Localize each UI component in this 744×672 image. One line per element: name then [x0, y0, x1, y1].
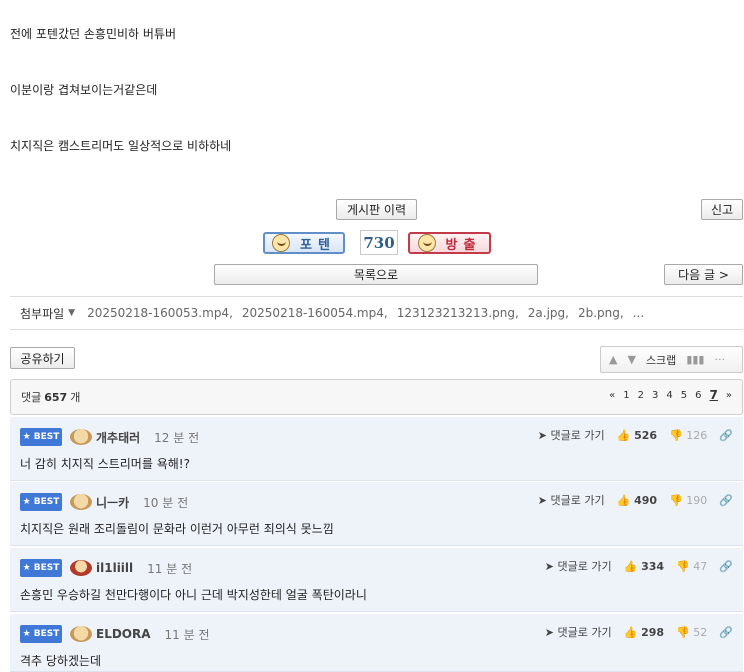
- attachments-bar: 첨부파일 ▼ 20250218-160053.mp4, 20250218-160…: [10, 296, 743, 330]
- pager-first[interactable]: «: [609, 390, 615, 402]
- comment-text: 손흥민 우승하길 천만다행이다 아니 근데 박지성한테 얼굴 폭탄이라니: [20, 588, 367, 602]
- back-to-list-button[interactable]: 목록으로: [214, 264, 538, 285]
- reply-link[interactable]: ➤ 댓글로 가기: [538, 492, 605, 508]
- upvote-label: 포텐: [300, 237, 336, 253]
- comment-downvote[interactable]: 👎 52: [676, 626, 707, 639]
- comment-count: 657: [44, 390, 68, 404]
- pager-current[interactable]: 7: [710, 388, 718, 402]
- comment-text: 너 감히 치지직 스트리머를 욕해!?: [20, 457, 190, 471]
- link-icon[interactable]: 🔗: [719, 560, 733, 573]
- attachment-more[interactable]: ...: [633, 306, 644, 320]
- pager-page[interactable]: 1: [623, 390, 629, 402]
- comment-time: 11 분 전: [147, 561, 193, 576]
- downvote-label: 방출: [445, 237, 482, 253]
- comment-pager: « 1 2 3 4 5 6 7 »: [609, 388, 732, 402]
- best-badge: ★ BEST: [20, 428, 62, 446]
- post-toolbar: ▲ ▼ 스크랩 ▮▮▮ ···: [600, 346, 743, 373]
- link-icon[interactable]: 🔗: [719, 626, 733, 639]
- comment-downvote[interactable]: 👎 126: [669, 429, 707, 442]
- attachment-file[interactable]: 2a.jpg,: [528, 306, 569, 320]
- comment-upvote[interactable]: 👍 334: [624, 560, 665, 573]
- reply-link[interactable]: ➤ 댓글로 가기: [538, 427, 605, 443]
- comment-item: ★ BEST ELDORA 11 분 전 ➤ 댓글로 가기 👍 298 👎 52…: [10, 614, 743, 672]
- best-badge: ★ BEST: [20, 493, 62, 511]
- upvote-button[interactable]: 포텐: [263, 232, 345, 254]
- pager-last[interactable]: »: [726, 390, 732, 402]
- post-line: 전에 포텐갔던 손흥민비하 버튜버: [10, 27, 177, 41]
- comment-nick[interactable]: 니ㅡ카: [96, 494, 129, 511]
- comment-text: 치지직은 원래 조리돌림이 문화라 이런거 아무런 죄의식 못느낌: [20, 522, 334, 536]
- best-badge: ★ BEST: [20, 559, 62, 577]
- best-badge: ★ BEST: [20, 625, 62, 643]
- comment-unit: 개: [70, 391, 81, 404]
- arrow-down-icon[interactable]: ▼: [627, 353, 635, 366]
- comment-label: 댓글: [21, 391, 42, 404]
- next-post-button[interactable]: 다음 글 >: [664, 264, 743, 285]
- comment-time: 10 분 전: [143, 495, 189, 510]
- attachment-file[interactable]: 20250218-160053.mp4,: [87, 306, 233, 320]
- attachment-file[interactable]: 123123213213.png,: [397, 306, 519, 320]
- more-icon[interactable]: ···: [714, 353, 725, 366]
- report-button[interactable]: 신고: [701, 199, 743, 220]
- comment-item: ★ BEST 니ㅡ카 10 분 전 ➤ 댓글로 가기 👍 490 👎 190 🔗…: [10, 482, 743, 546]
- attachment-file[interactable]: 2b.png,: [578, 306, 624, 320]
- vote-count: 730: [360, 230, 398, 255]
- downvote-button[interactable]: 방출: [408, 232, 491, 254]
- link-icon[interactable]: 🔗: [719, 429, 733, 442]
- pager-page[interactable]: 5: [681, 390, 687, 402]
- pager-page[interactable]: 4: [666, 390, 672, 402]
- comment-item: ★ BEST 개추태러 12 분 전 ➤ 댓글로 가기 👍 526 👎 126 …: [10, 417, 743, 481]
- smile-face-icon: [272, 234, 291, 252]
- sad-face-icon: [417, 234, 436, 252]
- comment-time: 12 분 전: [154, 430, 200, 445]
- comment-upvote[interactable]: 👍 490: [617, 494, 658, 507]
- comment-text: 격추 당하겠는데: [20, 654, 102, 668]
- scrap-button[interactable]: 스크랩: [646, 352, 676, 368]
- attachment-file[interactable]: 20250218-160054.mp4,: [242, 306, 388, 320]
- post-line: 치지직은 캠스트리머도 일상적으로 비하하네: [10, 139, 232, 153]
- comment-nick[interactable]: il1liill: [96, 561, 133, 575]
- comment-item: ★ BEST il1liill 11 분 전 ➤ 댓글로 가기 👍 334 👎 …: [10, 548, 743, 612]
- arrow-up-icon[interactable]: ▲: [609, 353, 617, 366]
- share-button[interactable]: 공유하기: [10, 347, 75, 369]
- chevron-down-icon[interactable]: ▼: [68, 308, 75, 318]
- comment-downvote[interactable]: 👎 190: [669, 494, 707, 507]
- reply-link[interactable]: ➤ 댓글로 가기: [545, 558, 612, 574]
- comment-header: 댓글 657 개 « 1 2 3 4 5 6 7 »: [10, 379, 743, 415]
- comment-upvote[interactable]: 👍 298: [624, 626, 665, 639]
- avatar: [70, 626, 92, 642]
- reply-link[interactable]: ➤ 댓글로 가기: [545, 624, 612, 640]
- comment-time: 11 분 전: [164, 627, 210, 642]
- avatar: [70, 494, 92, 510]
- stats-icon[interactable]: ▮▮▮: [686, 353, 704, 366]
- post-line: 이분이랑 겹쳐보이는거같은데: [10, 83, 158, 97]
- comment-upvote[interactable]: 👍 526: [617, 429, 658, 442]
- comment-nick[interactable]: 개추태러: [96, 429, 140, 446]
- comment-nick[interactable]: ELDORA: [96, 627, 151, 641]
- link-icon[interactable]: 🔗: [719, 494, 733, 507]
- attachments-label[interactable]: 첨부파일: [20, 305, 64, 322]
- pager-page[interactable]: 6: [695, 390, 701, 402]
- board-history-button[interactable]: 게시판 이력: [336, 199, 417, 220]
- pager-page[interactable]: 2: [638, 390, 644, 402]
- avatar: [70, 429, 92, 445]
- pager-page[interactable]: 3: [652, 390, 658, 402]
- avatar: [70, 560, 92, 576]
- comment-downvote[interactable]: 👎 47: [676, 560, 707, 573]
